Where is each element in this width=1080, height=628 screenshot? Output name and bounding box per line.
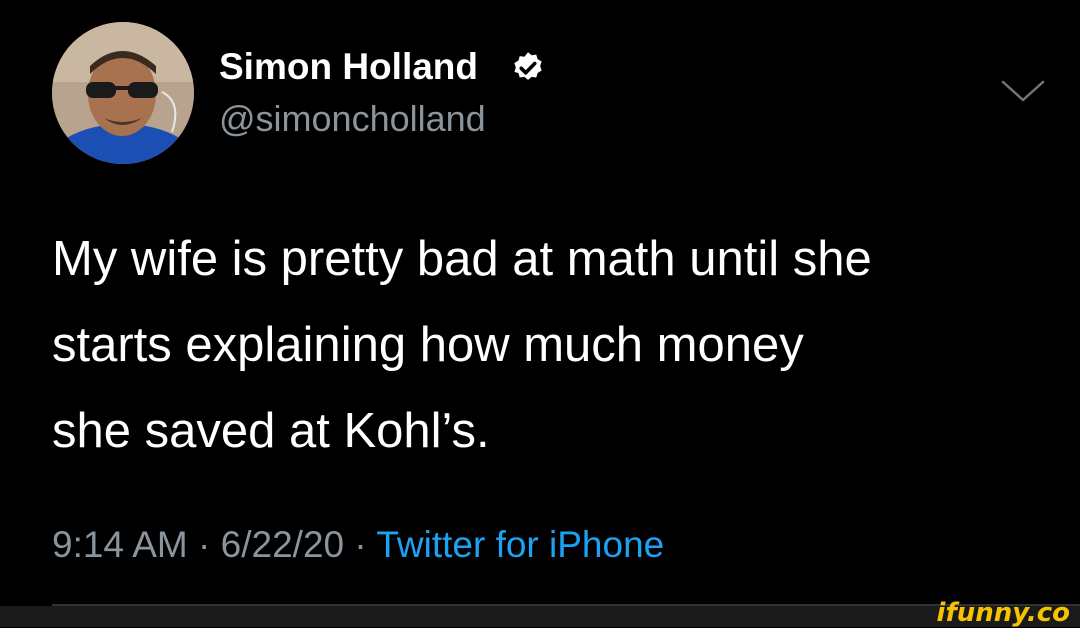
tweet-source-link[interactable]: Twitter for iPhone — [376, 524, 664, 565]
watermark-bar — [0, 606, 1080, 627]
ifunny-watermark: ifunny.co — [936, 598, 1070, 628]
tweet-text-line: My wife is pretty bad at math until she — [52, 232, 872, 286]
display-name[interactable]: Simon Holland — [219, 44, 478, 90]
tweet-text-line: she saved at Kohl’s. — [52, 404, 490, 458]
tweet-date[interactable]: 6/22/20 — [221, 524, 344, 565]
avatar[interactable] — [52, 22, 194, 164]
tweet-metadata: 9:14 AM · 6/22/20 · Twitter for iPhone — [52, 521, 664, 569]
tweet-time[interactable]: 9:14 AM — [52, 524, 188, 565]
user-handle[interactable]: @simoncholland — [219, 97, 486, 141]
avatar-photo — [52, 22, 194, 164]
chevron-down-icon[interactable] — [1000, 78, 1046, 104]
meta-separator: · — [187, 524, 221, 565]
verified-badge-icon — [514, 52, 542, 80]
tweet-card: Simon Holland @simoncholland My wife is … — [0, 0, 1080, 606]
tweet-text-line: starts explaining how much money — [52, 318, 804, 372]
tweet-text: My wife is pretty bad at math until she … — [52, 216, 1042, 474]
meta-separator: · — [344, 524, 377, 565]
